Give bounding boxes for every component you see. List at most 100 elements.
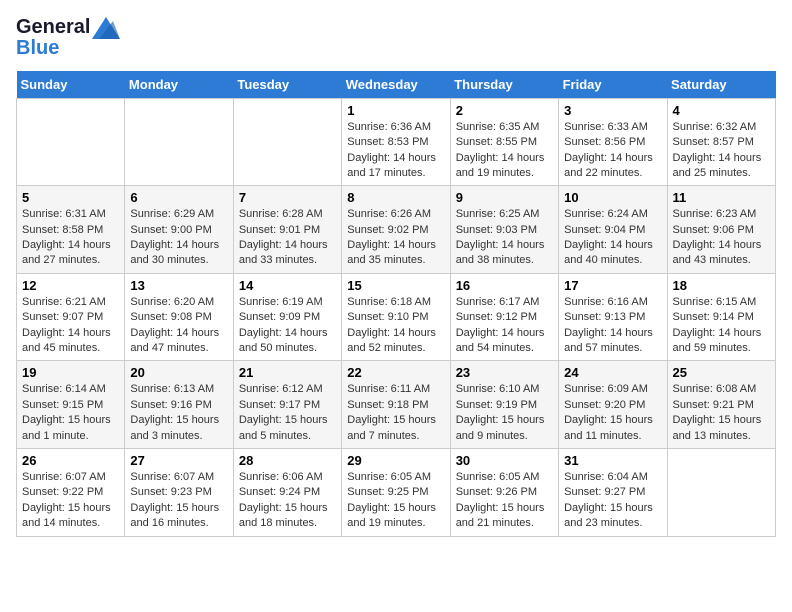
day-info: Sunrise: 6:07 AM Sunset: 9:23 PM Dayligh… [130,470,227,532]
day-info: Sunrise: 6:26 AM Sunset: 9:02 PM Dayligh… [347,207,444,269]
calendar-cell: 22 Sunrise: 6:11 AM Sunset: 9:18 PM Dayli… [342,361,450,449]
day-number: 12 [22,278,119,293]
day-number: 8 [347,190,444,205]
calendar-header-row: SundayMondayTuesdayWednesdayThursdayFrid… [17,71,776,99]
day-number: 16 [456,278,553,293]
calendar-week-5: 26 Sunrise: 6:07 AM Sunset: 9:22 PM Dayli… [17,448,776,536]
day-info: Sunrise: 6:07 AM Sunset: 9:22 PM Dayligh… [22,470,119,532]
day-number: 28 [239,453,336,468]
day-number: 10 [564,190,661,205]
calendar-cell: 3 Sunrise: 6:33 AM Sunset: 8:56 PM Daylig… [559,98,667,186]
day-number: 6 [130,190,227,205]
day-info: Sunrise: 6:21 AM Sunset: 9:07 PM Dayligh… [22,295,119,357]
day-number: 9 [456,190,553,205]
day-number: 31 [564,453,661,468]
day-number: 15 [347,278,444,293]
day-info: Sunrise: 6:10 AM Sunset: 9:19 PM Dayligh… [456,382,553,444]
day-number: 24 [564,365,661,380]
day-number: 4 [673,103,770,118]
calendar-table: SundayMondayTuesdayWednesdayThursdayFrid… [16,71,776,537]
day-header-sunday: Sunday [17,71,125,99]
day-header-thursday: Thursday [450,71,558,99]
day-number: 21 [239,365,336,380]
calendar-cell: 10 Sunrise: 6:24 AM Sunset: 9:04 PM Dayli… [559,186,667,274]
day-number: 1 [347,103,444,118]
day-header-tuesday: Tuesday [233,71,341,99]
calendar-cell: 26 Sunrise: 6:07 AM Sunset: 9:22 PM Dayli… [17,448,125,536]
day-number: 7 [239,190,336,205]
calendar-week-1: 1 Sunrise: 6:36 AM Sunset: 8:53 PM Daylig… [17,98,776,186]
day-number: 17 [564,278,661,293]
calendar-week-4: 19 Sunrise: 6:14 AM Sunset: 9:15 PM Dayli… [17,361,776,449]
day-number: 3 [564,103,661,118]
day-info: Sunrise: 6:14 AM Sunset: 9:15 PM Dayligh… [22,382,119,444]
calendar-cell: 20 Sunrise: 6:13 AM Sunset: 9:16 PM Dayli… [125,361,233,449]
calendar-cell: 19 Sunrise: 6:14 AM Sunset: 9:15 PM Dayli… [17,361,125,449]
day-info: Sunrise: 6:11 AM Sunset: 9:18 PM Dayligh… [347,382,444,444]
calendar-cell: 21 Sunrise: 6:12 AM Sunset: 9:17 PM Dayli… [233,361,341,449]
day-info: Sunrise: 6:33 AM Sunset: 8:56 PM Dayligh… [564,120,661,182]
calendar-cell: 31 Sunrise: 6:04 AM Sunset: 9:27 PM Dayli… [559,448,667,536]
day-info: Sunrise: 6:04 AM Sunset: 9:27 PM Dayligh… [564,470,661,532]
day-info: Sunrise: 6:19 AM Sunset: 9:09 PM Dayligh… [239,295,336,357]
calendar-cell: 16Sunrise: 6:17 AM Sunset: 9:12 PM Dayli… [450,273,558,361]
day-info: Sunrise: 6:29 AM Sunset: 9:00 PM Dayligh… [130,207,227,269]
day-header-friday: Friday [559,71,667,99]
logo: General Blue [16,16,120,59]
calendar-cell: 27 Sunrise: 6:07 AM Sunset: 9:23 PM Dayli… [125,448,233,536]
calendar-cell: 1 Sunrise: 6:36 AM Sunset: 8:53 PM Daylig… [342,98,450,186]
day-info: Sunrise: 6:06 AM Sunset: 9:24 PM Dayligh… [239,470,336,532]
day-number: 20 [130,365,227,380]
calendar-cell: 30Sunrise: 6:05 AM Sunset: 9:26 PM Dayli… [450,448,558,536]
day-number: 19 [22,365,119,380]
day-info: Sunrise: 6:20 AM Sunset: 9:08 PM Dayligh… [130,295,227,357]
calendar-cell: 14 Sunrise: 6:19 AM Sunset: 9:09 PM Dayli… [233,273,341,361]
day-info: Sunrise: 6:09 AM Sunset: 9:20 PM Dayligh… [564,382,661,444]
calendar-cell: 8 Sunrise: 6:26 AM Sunset: 9:02 PM Daylig… [342,186,450,274]
day-info: Sunrise: 6:18 AM Sunset: 9:10 PM Dayligh… [347,295,444,357]
calendar-cell: 12 Sunrise: 6:21 AM Sunset: 9:07 PM Dayli… [17,273,125,361]
calendar-cell: 2Sunrise: 6:35 AM Sunset: 8:55 PM Daylig… [450,98,558,186]
calendar-week-3: 12 Sunrise: 6:21 AM Sunset: 9:07 PM Dayli… [17,273,776,361]
day-number: 25 [673,365,770,380]
day-number: 2 [456,103,553,118]
day-info: Sunrise: 6:28 AM Sunset: 9:01 PM Dayligh… [239,207,336,269]
day-number: 29 [347,453,444,468]
day-info: Sunrise: 6:25 AM Sunset: 9:03 PM Dayligh… [456,207,553,269]
calendar-week-2: 5Sunrise: 6:31 AM Sunset: 8:58 PM Daylig… [17,186,776,274]
day-number: 26 [22,453,119,468]
calendar-cell: 13 Sunrise: 6:20 AM Sunset: 9:08 PM Dayli… [125,273,233,361]
day-info: Sunrise: 6:12 AM Sunset: 9:17 PM Dayligh… [239,382,336,444]
day-info: Sunrise: 6:05 AM Sunset: 9:25 PM Dayligh… [347,470,444,532]
calendar-cell: 29 Sunrise: 6:05 AM Sunset: 9:25 PM Dayli… [342,448,450,536]
day-header-saturday: Saturday [667,71,775,99]
logo-blue: Blue [16,37,120,59]
day-info: Sunrise: 6:15 AM Sunset: 9:14 PM Dayligh… [673,295,770,357]
day-info: Sunrise: 6:24 AM Sunset: 9:04 PM Dayligh… [564,207,661,269]
calendar-cell [125,98,233,186]
calendar-cell [667,448,775,536]
calendar-cell: 5Sunrise: 6:31 AM Sunset: 8:58 PM Daylig… [17,186,125,274]
day-number: 14 [239,278,336,293]
calendar-cell: 11Sunrise: 6:23 AM Sunset: 9:06 PM Dayli… [667,186,775,274]
calendar-cell: 28 Sunrise: 6:06 AM Sunset: 9:24 PM Dayli… [233,448,341,536]
day-info: Sunrise: 6:08 AM Sunset: 9:21 PM Dayligh… [673,382,770,444]
day-number: 13 [130,278,227,293]
day-info: Sunrise: 6:32 AM Sunset: 8:57 PM Dayligh… [673,120,770,182]
day-info: Sunrise: 6:36 AM Sunset: 8:53 PM Dayligh… [347,120,444,182]
day-info: Sunrise: 6:31 AM Sunset: 8:58 PM Dayligh… [22,207,119,269]
day-number: 18 [673,278,770,293]
day-info: Sunrise: 6:23 AM Sunset: 9:06 PM Dayligh… [673,207,770,269]
logo-text: General [16,16,120,39]
day-number: 27 [130,453,227,468]
day-info: Sunrise: 6:16 AM Sunset: 9:13 PM Dayligh… [564,295,661,357]
day-info: Sunrise: 6:13 AM Sunset: 9:16 PM Dayligh… [130,382,227,444]
calendar-cell: 18 Sunrise: 6:15 AM Sunset: 9:14 PM Dayli… [667,273,775,361]
calendar-cell: 7 Sunrise: 6:28 AM Sunset: 9:01 PM Daylig… [233,186,341,274]
calendar-cell: 24 Sunrise: 6:09 AM Sunset: 9:20 PM Dayli… [559,361,667,449]
day-number: 22 [347,365,444,380]
calendar-cell: 15 Sunrise: 6:18 AM Sunset: 9:10 PM Dayli… [342,273,450,361]
day-header-wednesday: Wednesday [342,71,450,99]
calendar-cell: 6 Sunrise: 6:29 AM Sunset: 9:00 PM Daylig… [125,186,233,274]
calendar-cell: 23Sunrise: 6:10 AM Sunset: 9:19 PM Dayli… [450,361,558,449]
